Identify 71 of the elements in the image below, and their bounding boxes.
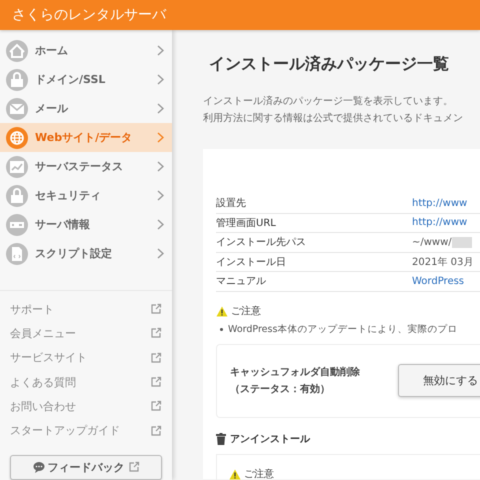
nav-item[interactable]: サーバ情報 xyxy=(0,210,172,239)
speech-bubble-icon xyxy=(32,461,44,474)
row-label: 管理画面URL xyxy=(216,216,277,230)
nav-item[interactable]: ホーム xyxy=(0,36,172,65)
chevron-icon xyxy=(157,103,164,114)
server-icon xyxy=(6,214,28,236)
home-icon xyxy=(6,40,28,62)
nav-item[interactable]: ドメイン/SSL xyxy=(0,65,172,94)
value-text: 2021年 03月 xyxy=(412,256,474,269)
sidebar-link[interactable]: スタートアップガイド xyxy=(10,423,120,438)
row-label: インストール日 xyxy=(216,256,287,269)
chart-icon xyxy=(6,156,28,178)
section-title: アンインストール xyxy=(230,432,310,446)
nav-item[interactable]: Webサイト/データ xyxy=(0,123,172,152)
file-icon xyxy=(6,242,28,264)
chevron-icon xyxy=(157,190,164,201)
nav-item[interactable]: サーバステータス xyxy=(0,152,172,181)
trash-icon xyxy=(216,432,226,444)
description-text: 利用方法に関する情報は公式で提供されているドキュメン xyxy=(203,112,464,126)
sidebar-link[interactable]: 会員メニュー xyxy=(10,326,76,341)
nav-label: スクリプト設定 xyxy=(35,246,113,261)
external-link-icon xyxy=(150,376,162,388)
nav-label: メール xyxy=(35,101,69,116)
external-link-icon xyxy=(150,400,162,412)
chevron-icon xyxy=(157,161,164,172)
external-link-icon xyxy=(150,424,162,437)
cache-label: キャッシュフォルダ自動削除 xyxy=(230,366,361,380)
row-label: マニュアル xyxy=(216,275,267,288)
envelope-icon xyxy=(6,98,28,120)
cache-label: （ステータス：有効） xyxy=(230,382,331,396)
sidebar-link[interactable]: お問い合わせ xyxy=(10,398,76,414)
feedback-button[interactable]: フィードバック xyxy=(10,454,162,480)
row-label: 設置先 xyxy=(216,196,247,210)
sidebar-link[interactable]: サポート xyxy=(10,302,54,317)
nav-item[interactable]: メール xyxy=(0,94,172,123)
chevron-icon xyxy=(157,45,164,56)
sidebar-link[interactable]: サービスサイト xyxy=(10,350,87,366)
padlock-icon xyxy=(6,184,28,206)
sidebar-link[interactable]: よくある質問 xyxy=(10,374,76,390)
value-link[interactable]: http://www xyxy=(412,198,468,209)
disable-button[interactable]: 無効にする xyxy=(398,364,480,397)
value-text: ~/www/ xyxy=(412,236,452,248)
description-text: インストール済みのパッケージ一覧を表示しています。 xyxy=(203,94,454,109)
nav-label: サーバステータス xyxy=(35,159,124,174)
nav-item[interactable]: セキュリティ xyxy=(0,181,172,210)
nav-label: セキュリティ xyxy=(35,188,102,203)
chevron-icon xyxy=(157,248,164,259)
value-link[interactable]: WordPress xyxy=(412,276,464,287)
external-link-icon xyxy=(150,303,162,316)
padlock-icon xyxy=(6,68,28,90)
nav-item[interactable]: スクリプト設定 xyxy=(0,239,172,268)
chevron-icon xyxy=(157,74,164,85)
redacted-block xyxy=(452,236,472,248)
row-label: インストール先パス xyxy=(216,236,307,250)
chevron-icon xyxy=(157,219,164,230)
site-title: さくらのレンタルサーバ xyxy=(12,6,166,24)
external-link-icon xyxy=(128,461,140,474)
page-title: インストール済みパッケージ一覧 xyxy=(209,54,450,75)
globe-icon xyxy=(6,126,28,148)
nav-label: ホーム xyxy=(35,43,69,58)
notice-title: ご注意 xyxy=(244,468,274,480)
chevron-icon xyxy=(157,132,164,143)
external-link-icon xyxy=(150,327,162,340)
bullet-dot xyxy=(220,328,223,330)
notice-text: WordPress本体のアップデートにより、実際のプロ xyxy=(228,322,458,336)
nav-label: ドメイン/SSL xyxy=(35,72,106,87)
notice-title: ご注意 xyxy=(231,304,261,318)
nav-label: Webサイト/データ xyxy=(35,130,134,145)
value-link[interactable]: http://www xyxy=(412,217,468,228)
external-link-icon xyxy=(150,352,162,364)
nav-label: サーバ情報 xyxy=(35,217,91,232)
